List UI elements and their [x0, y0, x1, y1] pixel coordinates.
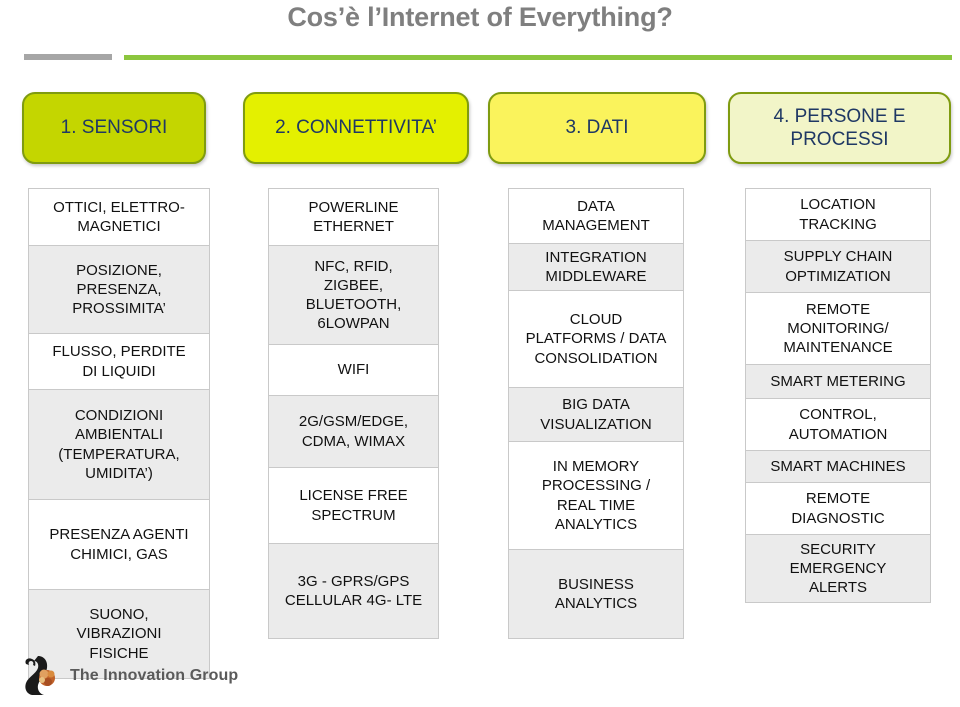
list-item: CLOUD PLATFORMS / DATA CONSOLIDATION [508, 290, 684, 387]
column-connettivita: POWERLINE ETHERNET NFC, RFID, ZIGBEE, BLU… [268, 188, 439, 639]
list-item: SUPPLY CHAIN OPTIMIZATION [745, 240, 931, 292]
list-item: REMOTE MONITORING/ MAINTENANCE [745, 292, 931, 364]
list-item: LICENSE FREE SPECTRUM [268, 467, 439, 543]
footer-logo: The Innovation Group [18, 653, 238, 699]
list-item: REMOTE DIAGNOSTIC [745, 482, 931, 534]
divider-gray-accent [24, 54, 112, 60]
list-item: 3G - GPRS/GPS CELLULAR 4G- LTE [268, 543, 439, 639]
list-item: BUSINESS ANALYTICS [508, 549, 684, 639]
list-item: SMART MACHINES [745, 450, 931, 482]
list-item: CONDIZIONI AMBIENTALI (TEMPERATURA, UMID… [28, 389, 210, 499]
list-item: PRESENZA AGENTI CHIMICI, GAS [28, 499, 210, 589]
list-item: 2G/GSM/EDGE, CDMA, WIMAX [268, 395, 439, 467]
list-item: CONTROL, AUTOMATION [745, 398, 931, 450]
column-sensori: OTTICI, ELETTRO- MAGNETICI POSIZIONE, PRE… [28, 188, 210, 679]
divider-green-rule [124, 55, 952, 60]
list-item: BIG DATA VISUALIZATION [508, 387, 684, 441]
list-item: SMART METERING [745, 364, 931, 398]
category-header-label: 1. SENSORI [60, 117, 168, 139]
list-item: FLUSSO, PERDITE DI LIQUIDI [28, 333, 210, 389]
category-header-label: 4. PERSONE E PROCESSI [773, 105, 906, 150]
column-persone-e-processi: LOCATION TRACKING SUPPLY CHAIN OPTIMIZATI… [745, 188, 931, 603]
list-item: LOCATION TRACKING [745, 188, 931, 240]
category-header-sensori[interactable]: 1. SENSORI [22, 92, 206, 164]
list-item: IN MEMORY PROCESSING / REAL TIME ANALYTI… [508, 441, 684, 549]
category-header-persone-e-processi[interactable]: 4. PERSONE E PROCESSI [728, 92, 951, 164]
category-header-connettivita[interactable]: 2. CONNETTIVITA’ [243, 92, 469, 164]
innovation-group-logo-icon [18, 654, 64, 698]
list-item: INTEGRATION MIDDLEWARE [508, 243, 684, 290]
category-header-label: 2. CONNETTIVITA’ [275, 117, 437, 139]
page-title: Cos’è l’Internet of Everything? [287, 2, 673, 32]
category-header-label: 3. DATI [565, 117, 629, 139]
list-item: DATA MANAGEMENT [508, 188, 684, 243]
list-item: NFC, RFID, ZIGBEE, BLUETOOTH, 6LOWPAN [268, 245, 439, 344]
footer-logo-text: The Innovation Group [70, 667, 239, 684]
list-item: POSIZIONE, PRESENZA, PROSSIMITA’ [28, 245, 210, 333]
list-item: POWERLINE ETHERNET [268, 188, 439, 245]
category-header-dati[interactable]: 3. DATI [488, 92, 706, 164]
list-item: SECURITY EMERGENCY ALERTS [745, 534, 931, 603]
list-item: WIFI [268, 344, 439, 395]
list-item: OTTICI, ELETTRO- MAGNETICI [28, 188, 210, 245]
column-dati: DATA MANAGEMENT INTEGRATION MIDDLEWARE CLO… [508, 188, 684, 639]
